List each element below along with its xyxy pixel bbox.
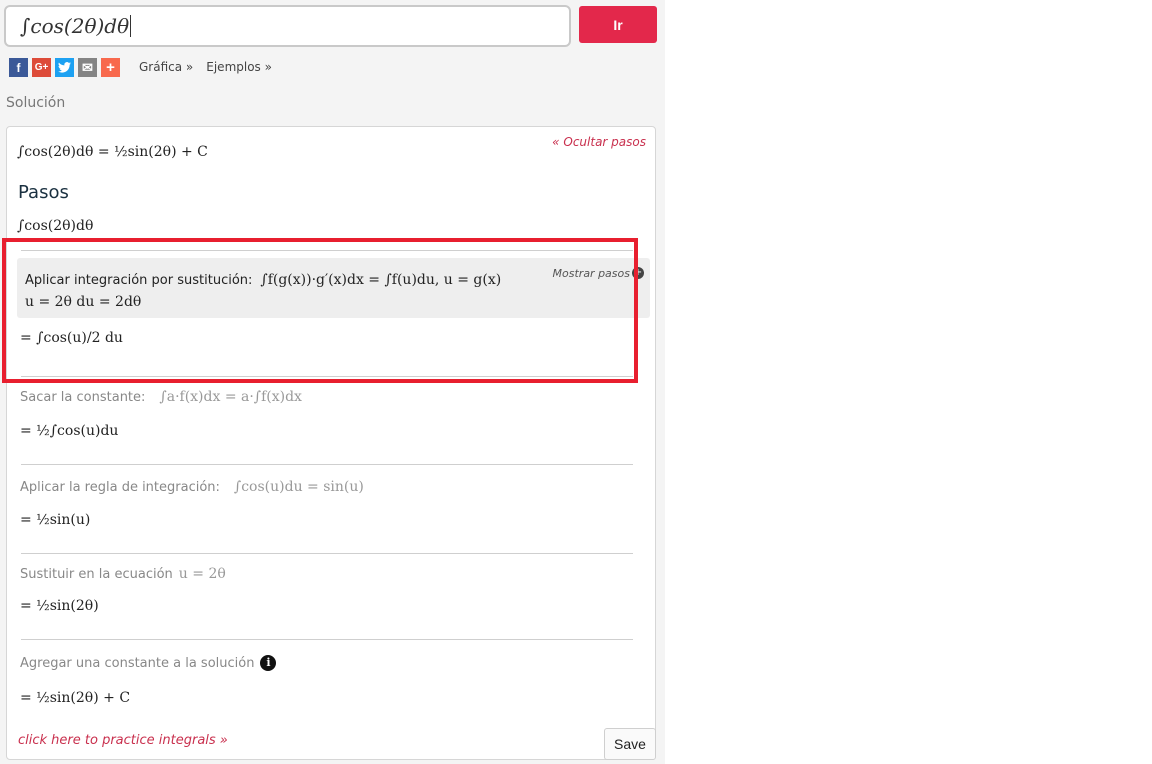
addthis-icon[interactable]: + [101,58,120,77]
step-constant-text: Sacar la constante: [20,389,146,405]
step-substitute-text: Sustituir en la ecuación [20,566,173,582]
substitute-equation: u = 2θ [178,566,226,582]
info-icon[interactable]: i [260,655,277,671]
step-integration-rule: Aplicar la regla de integración: ∫cos(u)… [20,479,364,495]
step-constant: Sacar la constante: ∫a·f(x)dx = a·∫f(x)d… [20,389,302,405]
hide-steps-link[interactable]: « Ocultar pasos [552,135,646,149]
solution-label: Solución [6,95,66,111]
integration-rule: ∫cos(u)du = sin(u) [233,479,364,495]
ejemplos-link[interactable]: Ejemplos » [206,60,272,74]
constant-rule: ∫a·f(x)dx = a·∫f(x)dx [159,389,302,405]
step-integration-result: = ½sin(u) [20,512,91,528]
expression-value: ∫cos(2θ)dθ [20,14,130,38]
expression-input[interactable]: ∫cos(2θ)dθ [4,5,571,47]
divider [21,464,633,465]
steps-heading: Pasos [18,182,69,203]
share-bar: f G+ ✉ + [9,58,120,77]
step-substitute-back: Sustituir en la ecuación u = 2θ [20,566,226,582]
googleplus-icon[interactable]: G+ [32,58,51,77]
twitter-icon[interactable] [55,58,74,77]
step-constant-result: = ½∫cos(u)du [20,423,119,439]
email-icon[interactable]: ✉ [78,58,97,77]
divider [21,553,633,554]
step-add-constant-text: Agregar una constante a la solución [20,655,255,671]
nav-links: Gráfica » Ejemplos » [139,60,272,74]
step-add-constant: Agregar una constante a la solución i [20,655,277,671]
highlight-box [2,238,638,383]
step-add-constant-result: = ½sin(2θ) + C [20,690,131,706]
step-integration-text: Aplicar la regla de integración: [20,479,220,495]
given-integral: ∫cos(2θ)dθ [17,218,94,234]
text-caret [130,15,132,37]
divider [21,639,633,640]
practice-link[interactable]: click here to practice integrals » [18,733,228,748]
final-answer: ∫cos(2θ)dθ = ½sin(2θ) + C [17,144,208,160]
solution-card: « Ocultar pasos ∫cos(2θ)dθ = ½sin(2θ) + … [6,126,656,760]
step-substitute-result: = ½sin(2θ) [20,598,99,614]
save-button[interactable]: Save [604,728,656,760]
grafica-link[interactable]: Gráfica » [139,60,193,74]
go-button[interactable]: Ir [579,6,657,43]
calculator-panel: ∫cos(2θ)dθ Ir f G+ ✉ + Gráfica » Ejemplo… [0,0,665,764]
facebook-icon[interactable]: f [9,58,28,77]
